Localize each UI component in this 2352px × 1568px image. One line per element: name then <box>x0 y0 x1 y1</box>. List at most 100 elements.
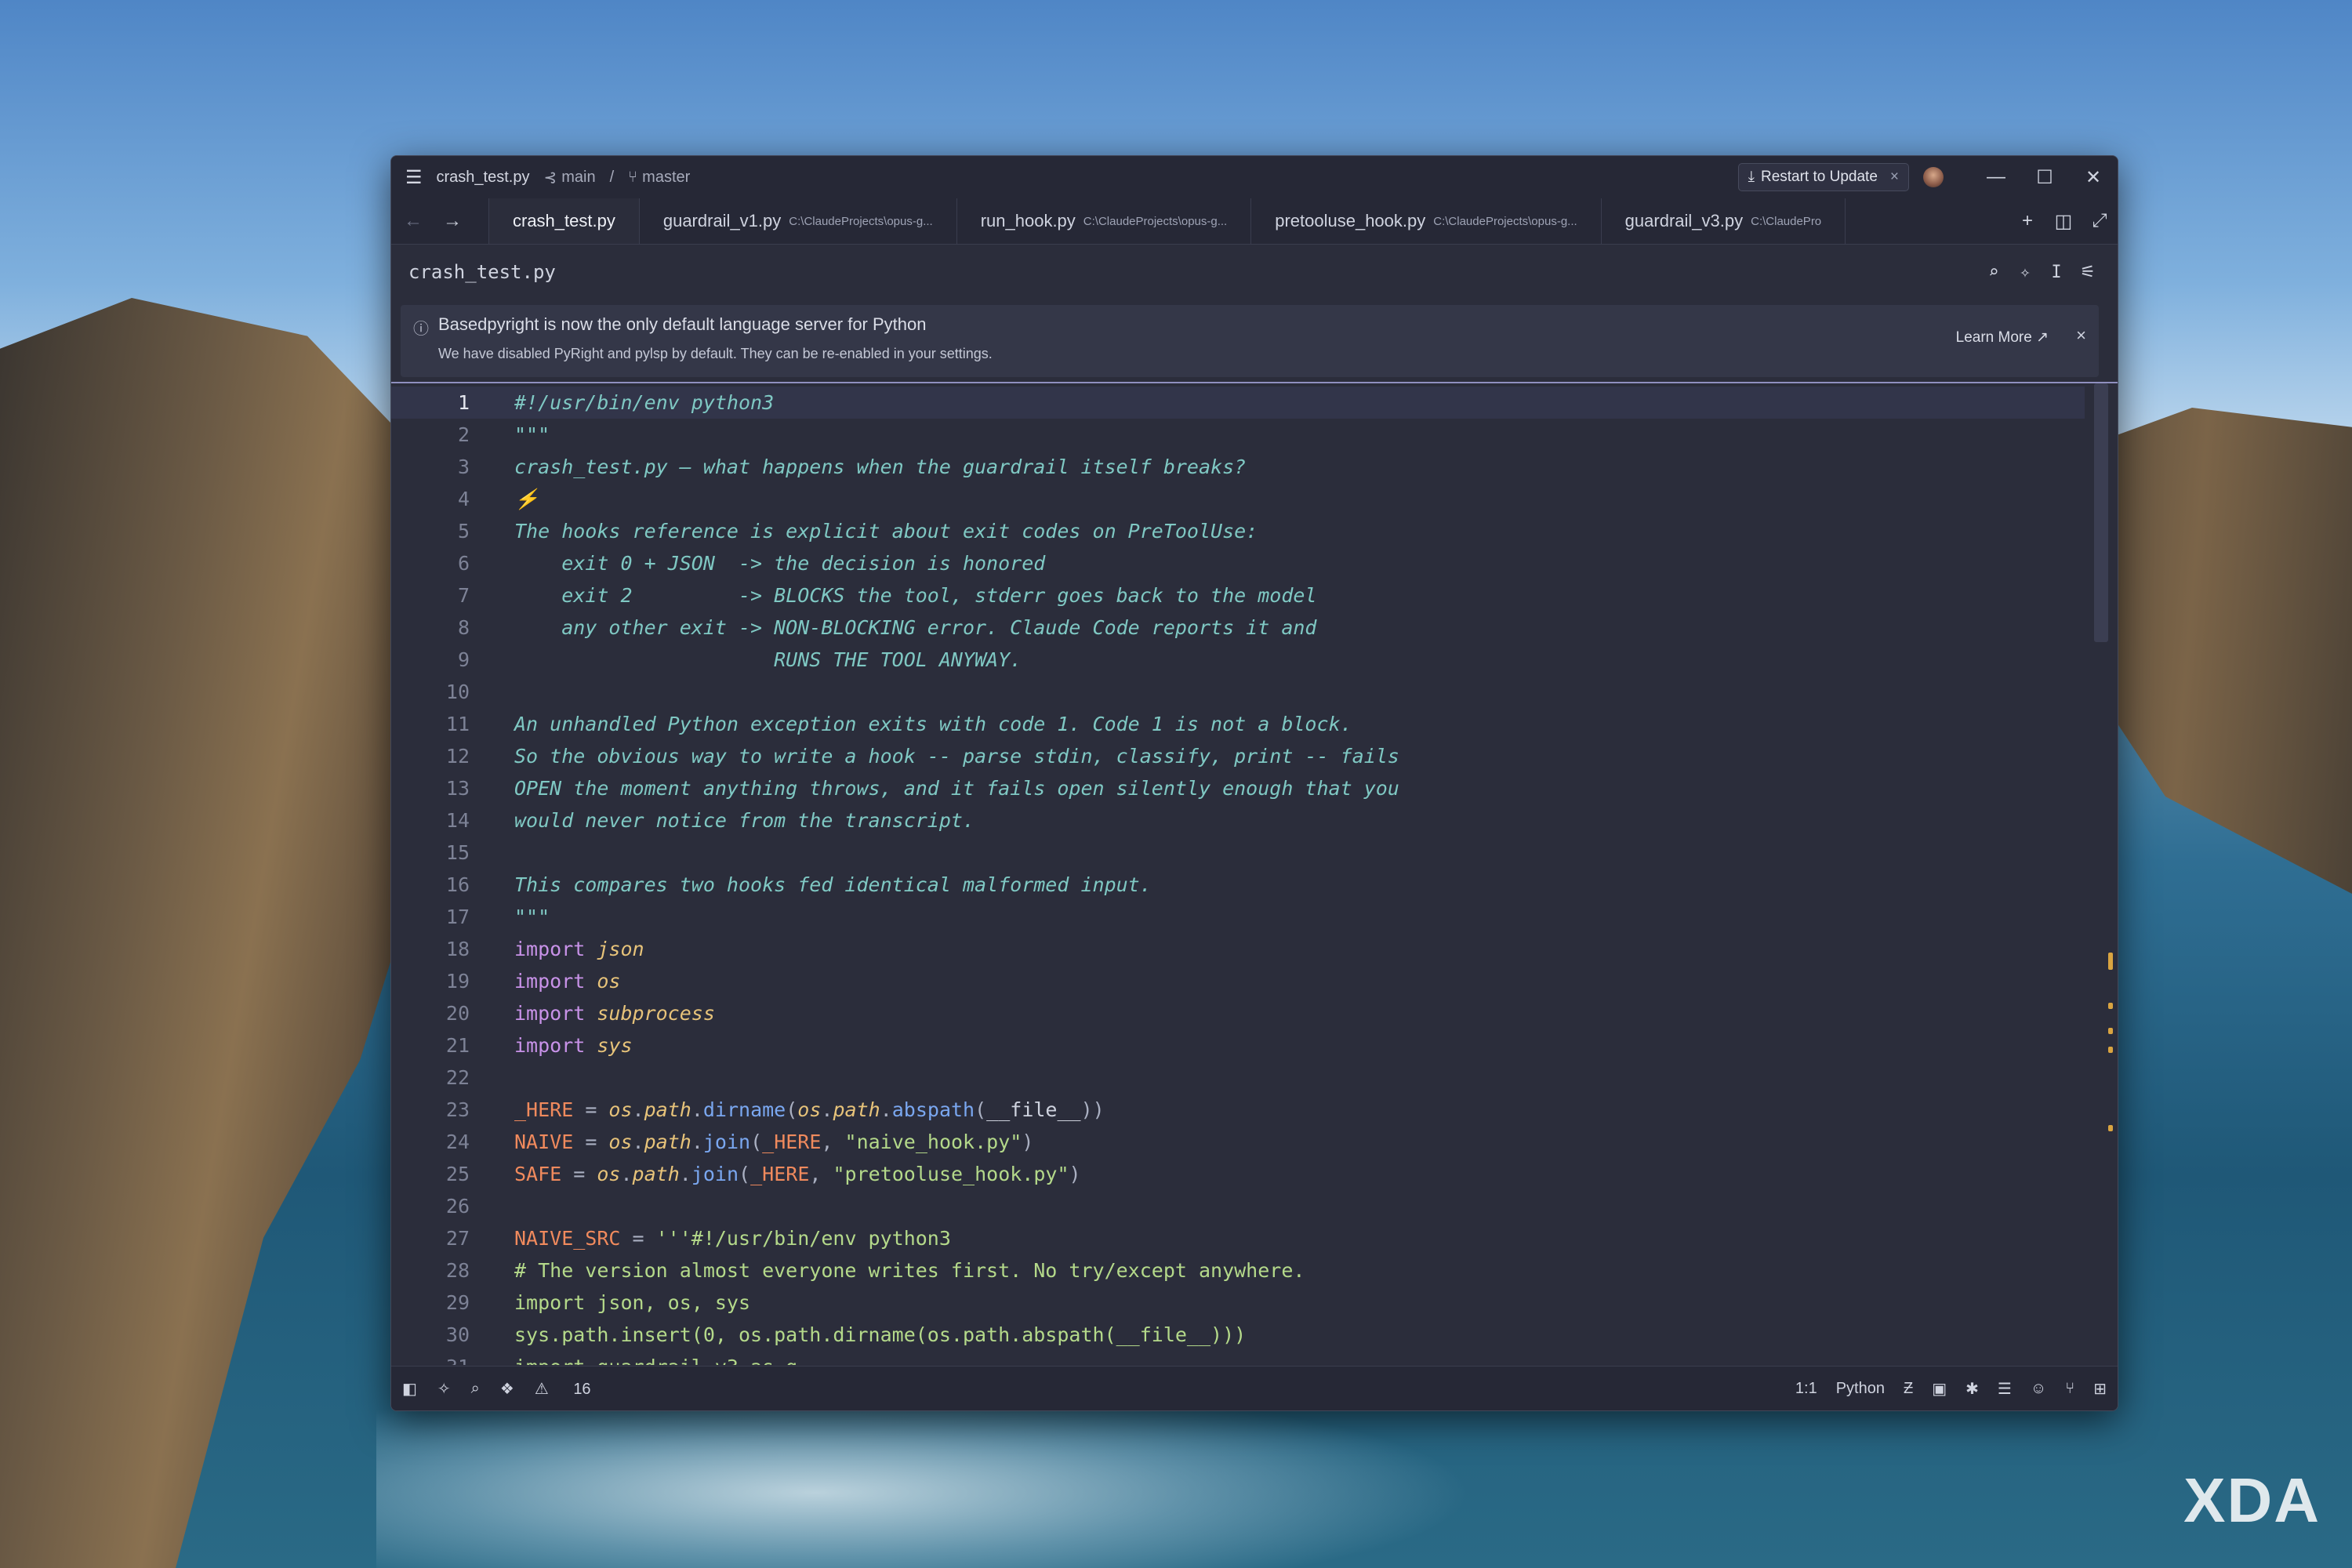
code-line[interactable]: 14 would never notice from the transcript… <box>391 804 2085 837</box>
editor-settings-icon[interactable]: ⚟ <box>2072 263 2103 282</box>
code-line[interactable]: 29 import json, os, sys <box>391 1287 2085 1319</box>
split-pane-icon[interactable]: ◫ <box>2045 210 2082 233</box>
search-icon[interactable]: ⌕ <box>1978 263 2009 282</box>
code-line[interactable]: 22 <box>391 1062 2085 1094</box>
text-cursor-icon[interactable]: I <box>2041 263 2072 282</box>
warnings-indicator[interactable]: ⚠ 16 <box>535 1379 612 1399</box>
code-line[interactable]: 20 import subprocess <box>391 997 2085 1029</box>
remote-branch[interactable]: ⊰ main <box>543 168 595 187</box>
code-line[interactable]: 8 any other exit -> NON-BLOCKING error. … <box>391 612 2085 644</box>
tab-guardrail-v3[interactable]: guardrail_v3.py C:\ClaudePro <box>1602 198 1846 244</box>
line-number[interactable]: 10 <box>391 676 470 708</box>
user-avatar[interactable] <box>1923 167 1944 187</box>
diagnostics-icon[interactable]: ❖ <box>500 1379 514 1399</box>
maximize-icon[interactable]: ☐ <box>2020 166 2069 189</box>
assistant-icon[interactable]: ✧ <box>437 1379 451 1399</box>
line-number[interactable]: 16 <box>391 869 470 901</box>
code-line[interactable]: 13 OPEN the moment anything throws, and i… <box>391 772 2085 804</box>
tab-guardrail-v1[interactable]: guardrail_v1.py C:\ClaudeProjects\opus-g… <box>640 198 957 244</box>
code-line[interactable]: 10 <box>391 676 2085 708</box>
restart-to-update-button[interactable]: ⤓ Restart to Update × <box>1737 163 1909 191</box>
git-panel-icon[interactable]: ⑂ <box>2065 1380 2074 1398</box>
code-line[interactable]: 17 """ <box>391 901 2085 933</box>
project-search-icon[interactable]: ⌕ <box>471 1380 480 1398</box>
code-line[interactable]: 25 SAFE = os.path.join(_HERE, "pretooluse… <box>391 1158 2085 1190</box>
code-line[interactable]: 21 import sys <box>391 1029 2085 1062</box>
line-number[interactable]: 28 <box>391 1254 470 1287</box>
language-selector[interactable]: Python <box>1836 1380 1885 1398</box>
code-line[interactable]: 28 # The version almost everyone writes f… <box>391 1254 2085 1287</box>
learn-more-link[interactable]: Learn More ↗ <box>1956 328 2049 347</box>
line-number[interactable]: 8 <box>391 612 470 644</box>
code-line[interactable]: 15 <box>391 837 2085 869</box>
terminal-icon[interactable]: ▣ <box>1932 1379 1947 1399</box>
code-line[interactable]: 24 NAIVE = os.path.join(_HERE, "naive_hoo… <box>391 1126 2085 1158</box>
code-line[interactable]: 11 An unhandled Python exception exits wi… <box>391 708 2085 740</box>
code-line[interactable]: 6 exit 0 + JSON -> the decision is honor… <box>391 547 2085 579</box>
code-line[interactable]: 3 crash_test.py — what happens when the g… <box>391 451 2085 483</box>
line-number[interactable]: 29 <box>391 1287 470 1319</box>
hamburger-menu-icon[interactable]: ☰ <box>405 166 423 189</box>
line-number[interactable]: 19 <box>391 965 470 997</box>
notice-close-icon[interactable]: × <box>2076 325 2086 346</box>
collaboration-icon[interactable]: ☺ <box>2031 1380 2046 1398</box>
line-number[interactable]: 13 <box>391 772 470 804</box>
minimize-icon[interactable]: — <box>1972 166 2020 188</box>
line-number[interactable]: 17 <box>391 901 470 933</box>
line-number[interactable]: 11 <box>391 708 470 740</box>
tab-pretooluse-hook[interactable]: pretooluse_hook.py C:\ClaudeProjects\opu… <box>1251 198 1602 244</box>
code-line[interactable]: 9 RUNS THE TOOL ANYWAY. <box>391 644 2085 676</box>
line-number[interactable]: 1 <box>391 387 470 419</box>
line-number[interactable]: 24 <box>391 1126 470 1158</box>
line-number[interactable]: 6 <box>391 547 470 579</box>
breadcrumb-file[interactable]: crash_test.py <box>408 261 556 283</box>
code-line[interactable]: 26 <box>391 1190 2085 1222</box>
code-line[interactable]: 19 import os <box>391 965 2085 997</box>
line-number[interactable]: 31 <box>391 1351 470 1365</box>
code-editor[interactable]: 1 #!/usr/bin/env python3 2 """ 3 crash_test.p… <box>391 382 2118 1365</box>
line-number[interactable]: 18 <box>391 933 470 965</box>
line-number[interactable]: 21 <box>391 1029 470 1062</box>
code-line[interactable]: 2 """ <box>391 419 2085 451</box>
line-number[interactable]: 26 <box>391 1190 470 1222</box>
editor-scrollbar[interactable] <box>2094 383 2108 642</box>
local-branch[interactable]: ⑂ master <box>628 169 690 187</box>
line-number[interactable]: 14 <box>391 804 470 837</box>
line-number[interactable]: 12 <box>391 740 470 772</box>
code-line[interactable]: 30 sys.path.insert(0, os.path.dirname(os.… <box>391 1319 2085 1351</box>
line-number[interactable]: 20 <box>391 997 470 1029</box>
code-line[interactable]: 31 import guardrail_v3 as g <box>391 1351 2085 1365</box>
code-line[interactable]: 18 import json <box>391 933 2085 965</box>
line-number[interactable]: 5 <box>391 515 470 547</box>
tab-crash-test[interactable]: crash_test.py <box>488 198 640 244</box>
line-number[interactable]: 9 <box>391 644 470 676</box>
code-line[interactable]: 23 _HERE = os.path.dirname(os.path.abspat… <box>391 1094 2085 1126</box>
outline-icon[interactable]: ☰ <box>1998 1379 2012 1399</box>
toggle-sidebar-icon[interactable]: ◧ <box>402 1379 417 1399</box>
code-line[interactable]: 27 NAIVE_SRC = '''#!/usr/bin/env python3 <box>391 1222 2085 1254</box>
assistant-sparkle-icon[interactable]: ✧ <box>2009 263 2041 282</box>
line-number[interactable]: 27 <box>391 1222 470 1254</box>
debug-icon[interactable]: ✱ <box>1965 1379 1979 1399</box>
cursor-position[interactable]: 1:1 <box>1795 1380 1817 1398</box>
line-number[interactable]: 22 <box>391 1062 470 1094</box>
back-arrow-icon[interactable]: ← <box>404 210 423 232</box>
line-number[interactable]: 30 <box>391 1319 470 1351</box>
line-number[interactable]: 23 <box>391 1094 470 1126</box>
line-number[interactable]: 25 <box>391 1158 470 1190</box>
edit-prediction-icon[interactable]: Ƶ <box>1904 1380 1913 1398</box>
line-number[interactable]: 15 <box>391 837 470 869</box>
line-number[interactable]: 4 <box>391 483 470 515</box>
code-line[interactable]: 12 So the obvious way to write a hook -- … <box>391 740 2085 772</box>
code-line[interactable]: 7 exit 2 -> BLOCKS the tool, stderr goes… <box>391 579 2085 612</box>
close-window-icon[interactable]: ✕ <box>2069 166 2118 189</box>
code-line[interactable]: 16 This compares two hooks fed identical … <box>391 869 2085 901</box>
panel-layout-icon[interactable]: ⊞ <box>2093 1379 2107 1399</box>
zoom-pane-icon[interactable]: ⤢ <box>2082 210 2118 232</box>
line-number[interactable]: 2 <box>391 419 470 451</box>
code-line[interactable]: 5 The hooks reference is explicit about e… <box>391 515 2085 547</box>
new-tab-icon[interactable]: + <box>2009 210 2045 232</box>
restart-dismiss-icon[interactable]: × <box>1890 169 1899 186</box>
tab-run-hook[interactable]: run_hook.py C:\ClaudeProjects\opus-g... <box>957 198 1252 244</box>
code-line[interactable]: 1 #!/usr/bin/env python3 <box>391 387 2085 419</box>
